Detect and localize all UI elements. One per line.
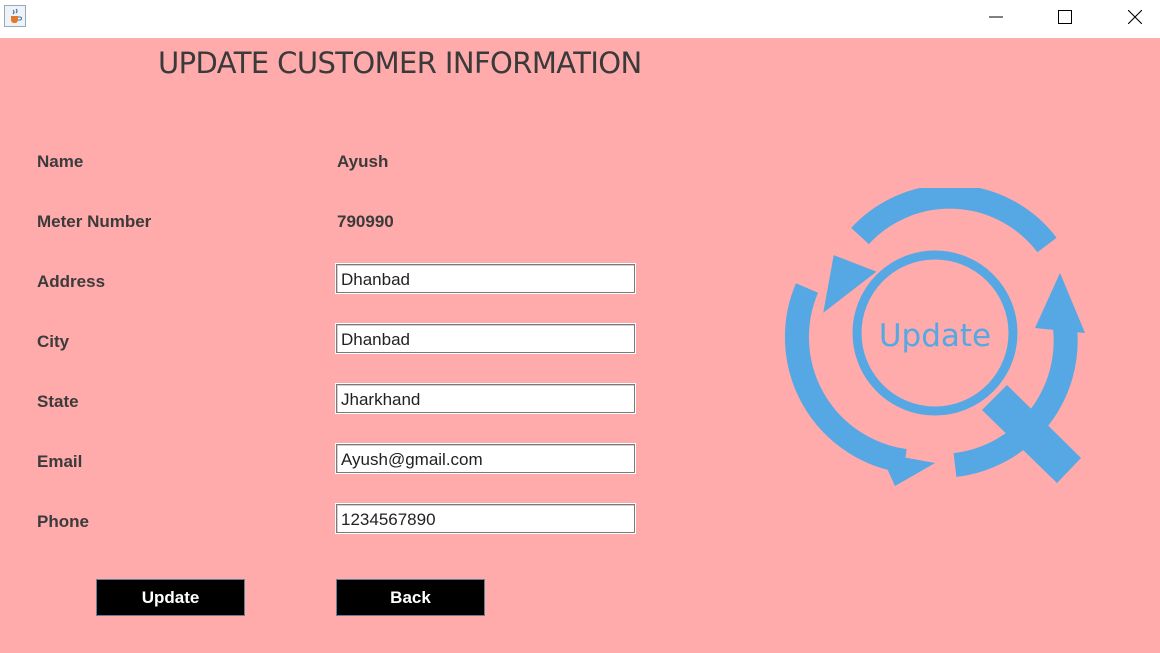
name-label: Name xyxy=(37,152,84,171)
city-label: City xyxy=(37,332,70,351)
state-field-box xyxy=(335,383,636,414)
state-field[interactable] xyxy=(337,385,634,412)
graphic-update-text: Update xyxy=(879,318,991,354)
city-field-box xyxy=(335,323,636,354)
email-field-box xyxy=(335,443,636,474)
address-field[interactable] xyxy=(337,265,634,292)
page-title: UPDATE CUSTOMER INFORMATION xyxy=(158,46,642,80)
update-refresh-icon: Update xyxy=(785,188,1085,486)
phone-label: Phone xyxy=(37,512,89,531)
address-label: Address xyxy=(37,272,106,291)
main-panel: UPDATE CUSTOMER INFORMATION Name Ayush M… xyxy=(0,38,1160,653)
email-label: Email xyxy=(37,452,83,471)
phone-field[interactable] xyxy=(337,505,634,532)
state-label: State xyxy=(37,392,79,411)
maximize-icon xyxy=(1058,10,1072,24)
close-icon xyxy=(1128,10,1142,24)
java-cup-icon[interactable] xyxy=(4,5,26,27)
maximize-button[interactable] xyxy=(1042,0,1088,34)
minimize-icon xyxy=(989,16,1003,18)
update-button[interactable]: Update xyxy=(96,579,245,616)
name-value: Ayush xyxy=(337,152,389,171)
minimize-button[interactable] xyxy=(973,0,1019,34)
close-button[interactable] xyxy=(1112,0,1158,34)
city-field[interactable] xyxy=(337,325,634,352)
address-field-box xyxy=(335,263,636,294)
email-field[interactable] xyxy=(337,445,634,472)
window-titlebar xyxy=(0,0,1160,38)
phone-field-box xyxy=(335,503,636,534)
meter-number-label: Meter Number xyxy=(37,212,152,231)
meter-number-value: 790990 xyxy=(337,212,394,231)
back-button[interactable]: Back xyxy=(336,579,485,616)
